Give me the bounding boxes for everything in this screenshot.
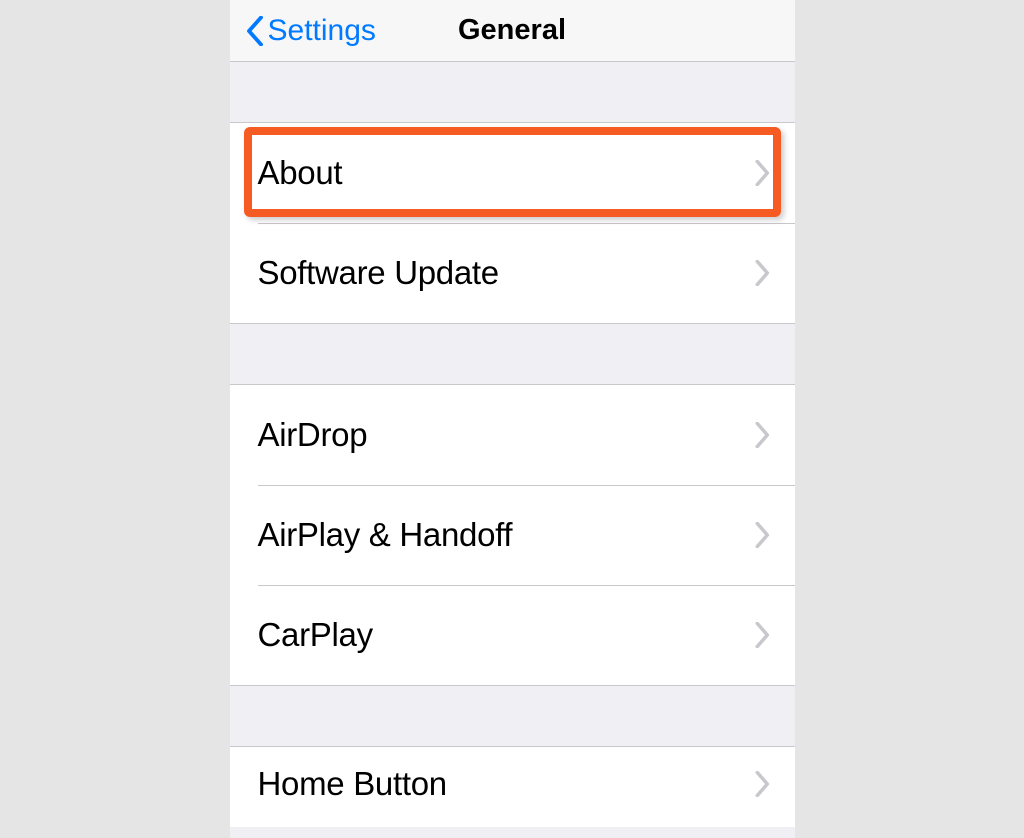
row-carplay[interactable]: CarPlay <box>230 585 795 685</box>
chevron-right-icon <box>755 522 771 548</box>
row-label: Home Button <box>258 765 447 803</box>
navigation-bar: Settings General <box>230 0 795 62</box>
content: About Software Update AirDrop AirPla <box>230 62 795 827</box>
row-label: Software Update <box>258 254 499 292</box>
section-connectivity: AirDrop AirPlay & Handoff CarPlay <box>230 384 795 686</box>
row-airplay-handoff[interactable]: AirPlay & Handoff <box>230 485 795 585</box>
chevron-right-icon <box>755 771 771 797</box>
row-software-update[interactable]: Software Update <box>230 223 795 323</box>
row-label: About <box>258 154 343 192</box>
row-airdrop[interactable]: AirDrop <box>230 385 795 485</box>
row-home-button[interactable]: Home Button <box>230 747 795 827</box>
chevron-right-icon <box>755 622 771 648</box>
row-label: AirDrop <box>258 416 368 454</box>
row-label: CarPlay <box>258 616 373 654</box>
phone-screen: Settings General About Software Update A… <box>230 0 795 838</box>
row-label: AirPlay & Handoff <box>258 516 513 554</box>
back-label: Settings <box>268 14 376 48</box>
chevron-left-icon <box>246 16 264 46</box>
section-home: Home Button <box>230 746 795 827</box>
chevron-right-icon <box>755 422 771 448</box>
chevron-right-icon <box>755 260 771 286</box>
section-about: About Software Update <box>230 122 795 324</box>
chevron-right-icon <box>755 160 771 186</box>
row-about[interactable]: About <box>230 123 795 223</box>
back-button[interactable]: Settings <box>242 14 376 48</box>
page-title: General <box>458 14 566 47</box>
